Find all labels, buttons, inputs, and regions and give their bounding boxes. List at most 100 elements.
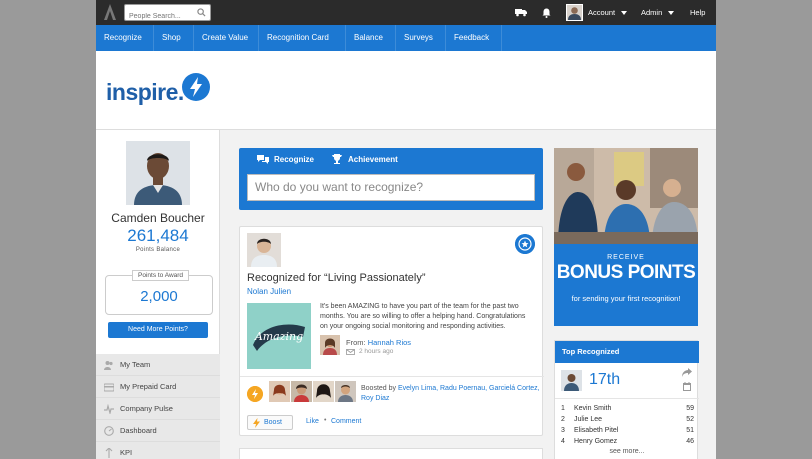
booster-avatar[interactable] <box>335 381 356 402</box>
rank-name: Henry Gomez <box>574 438 618 445</box>
recognition-title: Recognized for “Living Passionately” <box>247 272 426 284</box>
menu-item-dashboard[interactable]: Dashboard <box>96 420 220 442</box>
promo-subtext: for sending your first recognition! <box>571 294 681 303</box>
my-avatar <box>561 370 582 391</box>
card-icon <box>104 383 114 392</box>
recognize-search-input[interactable]: Who do you want to recognize? <box>247 174 535 201</box>
search-icon[interactable] <box>197 8 206 17</box>
account-label: Account <box>588 8 616 17</box>
menu-item-kpi[interactable]: KPI <box>96 442 220 459</box>
bonus-points-promo[interactable]: RECEIVE BONUS POINTS for sending your fi… <box>554 148 698 326</box>
tab-achievement[interactable]: Achievement <box>331 154 398 164</box>
nav-item-feedback[interactable]: Feedback <box>446 25 502 51</box>
booster-avatar[interactable] <box>269 381 290 402</box>
ecard-image-text: Amazing <box>254 330 303 343</box>
top-recognized-row[interactable]: 2 Julie Lee 52 <box>561 416 694 426</box>
top-recognized-row[interactable]: 4 Henry Gomez 46 <box>561 438 694 448</box>
nav-item-recognition-card[interactable]: Recognition Card <box>259 25 346 51</box>
main-nav: Recognize Shop Create Value Recognition … <box>96 25 716 51</box>
rank-number: 1 <box>561 405 565 412</box>
bolt-logo-icon <box>182 73 210 101</box>
boost-button[interactable]: Boost <box>247 415 293 430</box>
chat-bubbles-icon <box>257 155 269 164</box>
recipient-name-link[interactable]: Nolan Julien <box>247 287 291 296</box>
menu-item-my-team[interactable]: My Team <box>96 354 220 376</box>
tab-recognize[interactable]: Recognize <box>257 154 314 164</box>
rank-score: 52 <box>686 416 694 423</box>
menu-item-company-pulse[interactable]: Company Pulse <box>96 398 220 420</box>
truck-icon[interactable] <box>515 0 527 25</box>
rank-number: 2 <box>561 416 565 423</box>
top-recognized-divider <box>555 398 699 399</box>
points-balance-value: 261,484 <box>127 226 189 245</box>
comment-link[interactable]: Comment <box>331 418 361 425</box>
menu-item-my-prepaid-card[interactable]: My Prepaid Card <box>96 376 220 398</box>
rank-number: 4 <box>561 438 565 445</box>
points-balance-label: Points Balance <box>135 247 181 253</box>
brand-logo-text[interactable]: inspire. <box>106 79 184 106</box>
nav-item-create-value[interactable]: Create Value <box>194 25 259 51</box>
admin-menu[interactable]: Admin <box>641 0 675 25</box>
recognize-panel: Recognize Achievement Who do you want to… <box>239 148 543 210</box>
bell-icon[interactable] <box>542 0 551 25</box>
like-link[interactable]: Like <box>306 418 319 425</box>
side-menu: My Team My Prepaid Card Company Pulse Da… <box>96 354 220 459</box>
nav-item-recognize[interactable]: Recognize <box>96 25 154 51</box>
pulse-icon <box>104 404 114 414</box>
recognition-card: Recognized for “Living Passionately” Nol… <box>239 226 544 436</box>
menu-item-label: My Team <box>120 360 151 369</box>
menu-item-label: Company Pulse <box>120 404 173 413</box>
nav-item-surveys[interactable]: Surveys <box>396 25 446 51</box>
profile-avatar[interactable] <box>126 141 190 205</box>
see-more-link[interactable]: see more... <box>555 448 699 455</box>
recipient-avatar[interactable] <box>247 233 281 267</box>
trophy-icon <box>332 154 342 164</box>
boost-bolt-icon <box>247 386 263 402</box>
booster-avatar[interactable] <box>291 381 312 402</box>
app-logo-icon[interactable] <box>102 3 118 21</box>
nav-item-balance[interactable]: Balance <box>346 25 396 51</box>
next-recognition-card <box>239 448 543 459</box>
help-label: Help <box>690 8 706 17</box>
nav-item-shop[interactable]: Shop <box>154 25 194 51</box>
top-recognized-title: Top Recognized <box>555 341 699 363</box>
rank-score: 51 <box>686 427 694 434</box>
profile-name: Camden Boucher <box>111 211 205 225</box>
rank-name: Elisabeth Pitel <box>574 427 619 434</box>
separator-dot: • <box>324 417 327 424</box>
my-rank: 17th <box>589 371 621 388</box>
boost-button-label: Boost <box>264 419 282 426</box>
help-link[interactable]: Help <box>690 0 705 25</box>
menu-item-label: KPI <box>120 448 133 457</box>
points-to-award-box: Points to Award 2,000 <box>105 270 213 315</box>
points-to-award-label: Points to Award <box>132 270 190 281</box>
boosted-by-text: Boosted by Evelyn Lima, Radu Poernau, Ga… <box>361 384 541 403</box>
sender-avatar[interactable] <box>320 335 340 355</box>
rank-score: 59 <box>686 405 694 412</box>
card-divider <box>240 376 544 377</box>
people-search[interactable] <box>124 4 211 24</box>
sender-name-link[interactable]: Hannah Rios <box>368 338 411 347</box>
boosted-by-label: Boosted by <box>361 385 397 392</box>
menu-item-label: My Prepaid Card <box>120 382 177 391</box>
promo-headline: BONUS POINTS <box>556 262 696 283</box>
top-bar: Account Admin Help <box>96 0 716 25</box>
calendar-icon[interactable] <box>683 382 691 391</box>
top-recognized-row[interactable]: 1 Kevin Smith 59 <box>561 405 694 415</box>
team-icon <box>104 361 113 370</box>
time-ago: 2 hours ago <box>359 348 394 355</box>
bolt-icon <box>253 418 260 428</box>
need-more-points-button[interactable]: Need More Points? <box>108 322 208 338</box>
account-avatar <box>566 4 583 21</box>
sender-line: From: Hannah Rios <box>346 338 411 347</box>
chevron-down-icon <box>621 10 628 15</box>
tab-achievement-label: Achievement <box>348 154 398 164</box>
booster-avatar[interactable] <box>313 381 334 402</box>
tab-recognize-label: Recognize <box>274 154 315 164</box>
account-menu[interactable]: Account <box>566 0 628 25</box>
share-icon[interactable] <box>682 368 692 377</box>
people-search-input[interactable] <box>125 9 195 24</box>
top-recognized-row[interactable]: 3 Elisabeth Pitel 51 <box>561 427 694 437</box>
recognition-ecard-image[interactable]: Amazing <box>247 303 311 369</box>
admin-label: Admin <box>641 8 663 17</box>
